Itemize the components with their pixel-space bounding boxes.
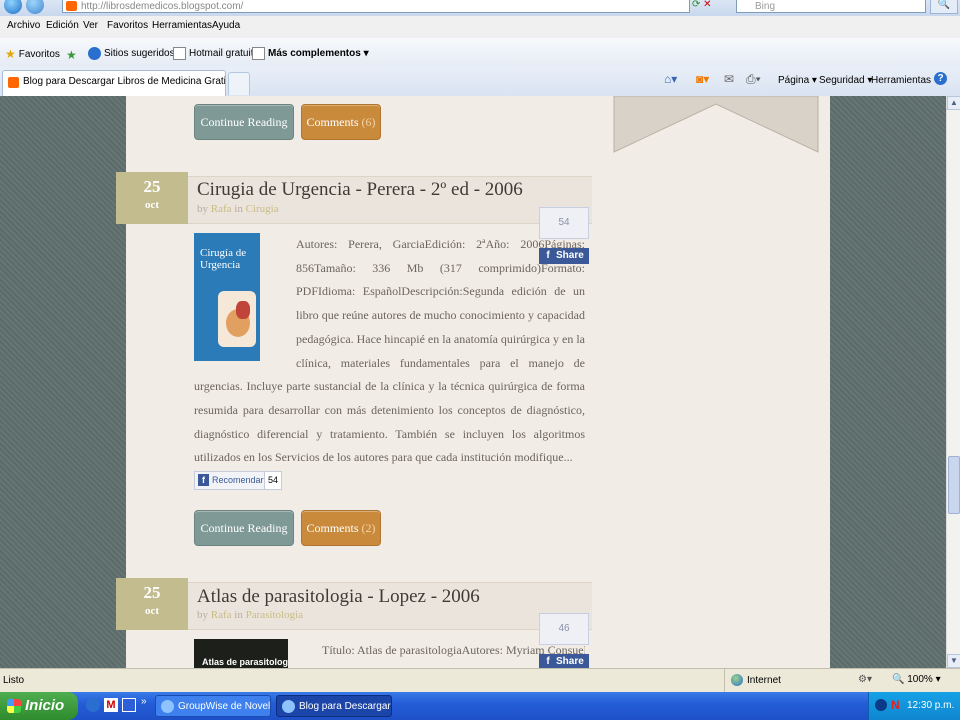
- page-icon: [173, 47, 186, 60]
- vertical-scrollbar[interactable]: ▲ ▼: [946, 96, 960, 668]
- start-button[interactable]: Inicio: [0, 692, 78, 720]
- favorite-sitios-sugeridos[interactable]: Sitios sugeridos ▾: [88, 47, 182, 60]
- post-body: Autores: Perera, GarciaEdición: 2ªAño: 2…: [194, 233, 585, 470]
- continue-reading-button[interactable]: Continue Reading: [194, 510, 294, 546]
- address-row: http://librosdemedicos.blogspot.com/ ⟳ ✕…: [0, 0, 960, 16]
- scroll-up-button[interactable]: ▲: [947, 96, 960, 110]
- menu-ayuda[interactable]: Ayuda: [212, 20, 240, 31]
- address-input[interactable]: http://librosdemedicos.blogspot.com/: [62, 0, 690, 13]
- scroll-down-button[interactable]: ▼: [947, 654, 960, 668]
- ie-icon: [282, 700, 295, 713]
- blog-content-column: Continue Reading Comments (6) 25 oct Cir…: [116, 96, 830, 668]
- refresh-stop-icons[interactable]: ⟳ ✕: [692, 0, 732, 13]
- post-day: 25: [143, 177, 161, 196]
- search-input[interactable]: Bing: [736, 0, 926, 13]
- ie-icon: [161, 700, 174, 713]
- system-tray: N 12:30 p.m.: [868, 692, 960, 720]
- book-cover-image[interactable]: Atlas de parasitología: [194, 639, 288, 668]
- post-excerpt: Título: Atlas de parasitologiaAutores: M…: [322, 643, 585, 657]
- zoom-control[interactable]: 🔍 100% ▾: [892, 674, 941, 685]
- command-seguridad[interactable]: Seguridad ▾: [819, 75, 872, 86]
- search-button[interactable]: 🔍: [930, 0, 958, 14]
- task-groupwise[interactable]: GroupWise de Novell ...: [155, 695, 271, 717]
- post-day: 25: [143, 583, 161, 602]
- new-tab-button[interactable]: [228, 72, 250, 95]
- protected-mode-icon[interactable]: ⚙▾: [858, 674, 872, 685]
- status-bar: Listo Internet ⚙▾ 🔍 100% ▾: [0, 668, 960, 693]
- post-date-badge: 25 oct: [116, 172, 188, 224]
- post-byline: by Rafa in Cirugia: [197, 203, 279, 215]
- book-cover-title: Atlas de parasitología: [202, 657, 288, 667]
- post-month: oct: [144, 199, 160, 211]
- forward-button[interactable]: [26, 0, 44, 14]
- menu-bar: Archivo Edición Ver Favoritos Herramient…: [0, 16, 960, 39]
- sidebar-ribbon: [613, 96, 819, 153]
- command-pagina[interactable]: Página ▾: [778, 75, 817, 86]
- page-icon: [252, 47, 265, 60]
- recommend-count: 54: [264, 471, 283, 490]
- command-herramientas[interactable]: Herramientas ▾: [871, 75, 939, 86]
- menu-archivo[interactable]: Archivo: [7, 20, 40, 31]
- ie-quicklaunch-icon[interactable]: [86, 698, 100, 712]
- menu-edicion[interactable]: Edición: [46, 20, 79, 31]
- clock: 12:30 p.m.: [907, 700, 955, 711]
- blogger-icon: [66, 1, 77, 11]
- comments-button[interactable]: Comments (2): [301, 510, 381, 546]
- page-viewport: Continue Reading Comments (6) 25 oct Cir…: [0, 96, 946, 668]
- add-favorite-icon[interactable]: ★: [66, 48, 77, 62]
- continue-reading-button[interactable]: Continue Reading: [194, 104, 294, 140]
- post-month: oct: [144, 605, 160, 617]
- post-title-link[interactable]: Atlas de parasitologia - Lopez - 2006: [197, 586, 480, 608]
- help-icon[interactable]: ?: [934, 72, 947, 85]
- task-blog[interactable]: Blog para Descargar ...: [276, 695, 392, 717]
- post-date-badge: 25 oct: [116, 578, 188, 630]
- category-link[interactable]: Parasitologia: [246, 609, 303, 621]
- post-body: Título: Atlas de parasitologiaAutores: M…: [322, 639, 585, 665]
- network-icon[interactable]: [875, 699, 887, 711]
- windows-logo-icon: [7, 699, 21, 713]
- menu-ver[interactable]: Ver: [83, 20, 98, 31]
- novell-icon[interactable]: N: [891, 698, 900, 712]
- category-link[interactable]: Cirugia: [246, 203, 279, 215]
- menu-herramientas[interactable]: Herramientas: [152, 20, 212, 31]
- status-text: Listo: [3, 675, 25, 686]
- author-link[interactable]: Rafa: [211, 203, 232, 215]
- post-title-link[interactable]: Cirugia de Urgencia - Perera - 2º ed - 2…: [197, 179, 523, 201]
- taskbar: Inicio M » GroupWise de Novell ... Blog …: [0, 692, 960, 720]
- post-byline: by Rafa in Parasitologia: [197, 609, 304, 621]
- favorites-button[interactable]: ★ Favoritos: [5, 47, 60, 61]
- author-link[interactable]: Rafa: [211, 609, 232, 621]
- comments-button[interactable]: Comments (6): [301, 104, 381, 140]
- favorites-bar: ★ Favoritos ★ Sitios sugeridos ▾ Hotmail…: [0, 38, 960, 67]
- print-icon[interactable]: ⎙▾: [746, 72, 761, 87]
- globe-icon: [731, 674, 743, 686]
- mail-icon[interactable]: ✉: [724, 72, 734, 86]
- tab-blog[interactable]: Blog para Descargar Libros de Medicina G…: [2, 70, 226, 96]
- address-text: http://librosdemedicos.blogspot.com/: [81, 1, 244, 12]
- favorite-hotmail[interactable]: Hotmail gratuito: [173, 47, 259, 60]
- facebook-recommend-button[interactable]: Recomendar: [194, 471, 269, 490]
- ie-quicklaunch-icon[interactable]: [122, 698, 136, 712]
- back-button[interactable]: [4, 0, 22, 14]
- menu-favoritos[interactable]: Favoritos: [107, 20, 148, 31]
- security-zone[interactable]: Internet: [731, 674, 781, 686]
- gmail-quicklaunch-icon[interactable]: M: [104, 698, 118, 712]
- blogger-icon: [8, 77, 19, 88]
- home-icon[interactable]: ⌂▾: [664, 72, 677, 86]
- rss-icon[interactable]: ◙▾: [696, 72, 709, 86]
- star-icon: ★: [5, 47, 16, 61]
- scroll-thumb[interactable]: [948, 456, 960, 514]
- tab-title: Blog para Descargar Libros de Medicina G…: [23, 76, 226, 87]
- quicklaunch-more-icon[interactable]: »: [141, 696, 147, 707]
- ie-icon: [88, 47, 101, 60]
- favorite-mas-complementos[interactable]: Más complementos ▾: [252, 47, 369, 60]
